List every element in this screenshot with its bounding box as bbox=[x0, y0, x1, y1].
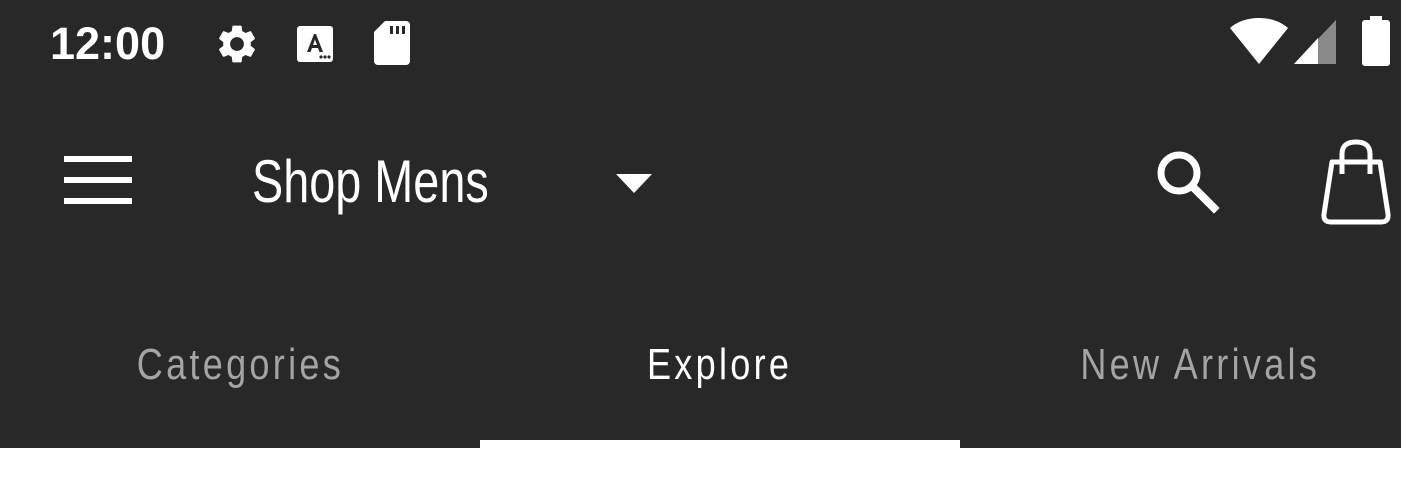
tab-categories-label: Categories bbox=[136, 340, 344, 389]
accessibility-a-icon bbox=[297, 26, 333, 62]
page-title[interactable]: Shop Mens bbox=[252, 140, 489, 224]
active-tab-indicator bbox=[480, 440, 960, 448]
gear-icon bbox=[219, 25, 255, 63]
status-clock: 12:00 bbox=[50, 18, 166, 69]
tab-categories[interactable]: Categories bbox=[0, 320, 480, 410]
sd-card-icon bbox=[374, 21, 410, 65]
tab-explore-label: Explore bbox=[647, 340, 793, 389]
menu-icon[interactable] bbox=[64, 154, 132, 206]
battery-icon bbox=[1362, 16, 1390, 66]
search-icon[interactable] bbox=[1154, 148, 1220, 214]
tab-explore[interactable]: Explore bbox=[480, 320, 960, 410]
status-bar: 12:00 bbox=[0, 0, 1401, 88]
dropdown-arrow-icon[interactable] bbox=[616, 174, 652, 194]
app-header: 12:00 Shop Mens Categories Explore New A… bbox=[0, 0, 1401, 448]
wifi-icon bbox=[1230, 18, 1288, 64]
signal-icon bbox=[1294, 20, 1336, 64]
tab-new-arrivals-label: New Arrivals bbox=[1080, 340, 1320, 389]
shopping-bag-icon[interactable] bbox=[1320, 138, 1392, 226]
tab-new-arrivals[interactable]: New Arrivals bbox=[960, 320, 1401, 410]
